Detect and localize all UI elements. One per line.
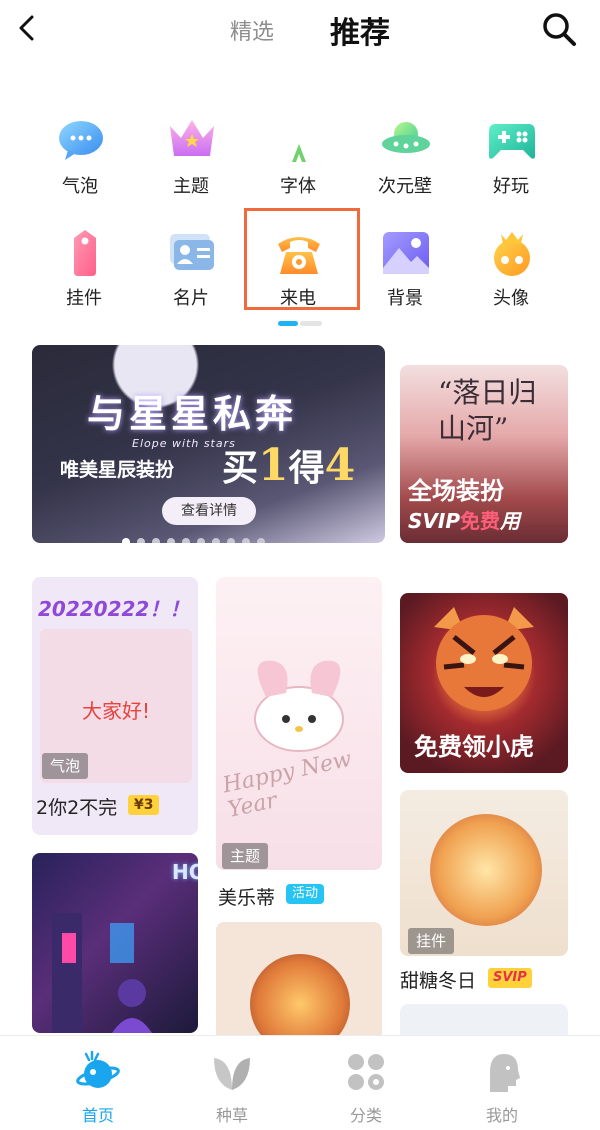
item-card-neon[interactable]: HOTEL: [32, 853, 198, 1033]
banner-subtitle-en: Elope with stars: [132, 437, 236, 450]
nav-discover[interactable]: 种草: [182, 1046, 282, 1126]
item-card-theme[interactable]: Happy New Year 主题: [216, 577, 382, 870]
profile-head-icon: [490, 1054, 520, 1092]
card-greeting: 大家好!: [82, 699, 151, 723]
avatar-preview: [250, 954, 350, 1042]
carousel-dot[interactable]: [182, 538, 190, 543]
nav-label: 我的: [485, 1106, 518, 1125]
avatar-crown-icon: [494, 232, 530, 276]
category-background[interactable]: 背景: [355, 228, 455, 328]
category-dimension-wall[interactable]: 次元壁: [355, 116, 455, 216]
side-card-line2: SVIP免费用: [408, 509, 520, 533]
nav-label: 首页: [81, 1106, 114, 1125]
category-label: 主题: [173, 176, 209, 197]
carousel-dot[interactable]: [167, 538, 175, 543]
category-font[interactable]: 字体: [248, 116, 348, 216]
promo-banner[interactable]: 与星星私奔 Elope with stars 唯美星辰装扮 买1得4 查看详情: [32, 345, 385, 543]
svip-free-card[interactable]: “落日归山河” 全场装扮 SVIP免费用: [400, 365, 568, 543]
gamepad-icon: [489, 124, 535, 159]
card-date-text: 20220222！！: [38, 597, 190, 621]
category-fun[interactable]: 好玩: [461, 116, 561, 216]
banner-promo: 买1得4: [222, 440, 356, 491]
leaf-icon: [214, 1058, 250, 1090]
side-card-quote: “落日归山河”: [438, 376, 537, 445]
picture-icon: [383, 232, 429, 274]
category-avatar[interactable]: 头像: [461, 228, 561, 328]
category-pendant[interactable]: 挂件: [34, 228, 134, 328]
carousel-dot[interactable]: [212, 538, 220, 543]
category-label: 挂件: [66, 288, 102, 309]
category-grid-icon: [348, 1054, 384, 1090]
tiger-illustration: [434, 607, 534, 711]
card-title: 2你2不完: [36, 797, 118, 819]
item-card-pendant[interactable]: 挂件: [400, 790, 568, 956]
category-label: 头像: [493, 288, 529, 309]
category-label: 气泡: [62, 176, 98, 197]
top-bar: 精选 推荐: [0, 0, 600, 60]
carousel-dot[interactable]: [257, 538, 265, 543]
category-tag: 主题: [222, 843, 269, 869]
category-label: 名片: [173, 288, 209, 309]
card-title: 美乐蒂: [218, 887, 276, 909]
category-label: 好玩: [493, 176, 529, 197]
carousel-dots: [122, 531, 272, 543]
ufo-icon: [382, 122, 430, 153]
carousel-dot[interactable]: [122, 538, 130, 543]
card-title: 甜糖冬日: [400, 970, 477, 992]
category-tag: 挂件: [408, 928, 455, 954]
tab-recommend[interactable]: 推荐: [330, 8, 390, 52]
nav-label: 种草: [215, 1106, 248, 1125]
item-card-avatar-frame[interactable]: [216, 922, 382, 1042]
banner-subtitle: 唯美星辰装扮: [60, 459, 175, 481]
view-details-button[interactable]: 查看详情: [162, 497, 256, 525]
neon-city-illustration: [52, 913, 152, 1033]
activity-badge: 活动: [286, 884, 325, 904]
page-indicator: [300, 321, 322, 326]
carousel-dot[interactable]: [152, 538, 160, 543]
category-bubble[interactable]: 气泡: [30, 116, 130, 216]
bunny-illustration: [254, 660, 344, 752]
name-card-icon: [170, 234, 214, 270]
category-label: 字体: [280, 176, 316, 197]
tab-featured[interactable]: 精选: [230, 14, 274, 46]
price-badge: ¥3: [128, 795, 160, 815]
nav-home[interactable]: 首页: [48, 1046, 148, 1126]
item-card-tiger[interactable]: 免费领小虎: [400, 593, 568, 773]
carousel-dot[interactable]: [242, 538, 250, 543]
back-arrow-icon[interactable]: [12, 12, 44, 44]
banner-title: 与星星私奔: [87, 391, 298, 436]
nav-profile[interactable]: 我的: [452, 1046, 552, 1126]
category-label: 次元壁: [378, 176, 432, 197]
category-name-card[interactable]: 名片: [141, 228, 241, 328]
nav-label: 分类: [349, 1106, 382, 1125]
nav-category[interactable]: 分类: [316, 1046, 416, 1126]
carousel-dot[interactable]: [197, 538, 205, 543]
page-indicator-active: [278, 321, 298, 326]
neon-sign-text: HOTEL: [172, 860, 198, 884]
carousel-dot[interactable]: [137, 538, 145, 543]
svip-badge: SVIP: [488, 968, 532, 988]
card-art-text: 免费领小虎: [414, 732, 534, 761]
category-theme[interactable]: 主题: [141, 116, 241, 216]
carousel-dot[interactable]: [227, 538, 235, 543]
crown-icon: [170, 120, 214, 156]
category-tag: 气泡: [42, 753, 89, 779]
bottom-navigation: 首页 种草 分类 我的: [0, 1035, 600, 1130]
chat-bubble-icon: [59, 121, 103, 160]
font-icon: [292, 144, 306, 162]
side-card-line1: 全场装扮: [408, 477, 504, 505]
planet-home-icon: [76, 1050, 120, 1088]
selection-highlight-box: [244, 208, 360, 310]
item-card-bubble[interactable]: 20220222！！ 大家好! 气泡 2你2不完 ¥3: [32, 577, 198, 835]
search-icon[interactable]: [540, 10, 578, 48]
pendant-preview: [430, 814, 542, 926]
category-label: 背景: [387, 288, 423, 309]
pendant-tag-icon: [74, 230, 96, 276]
